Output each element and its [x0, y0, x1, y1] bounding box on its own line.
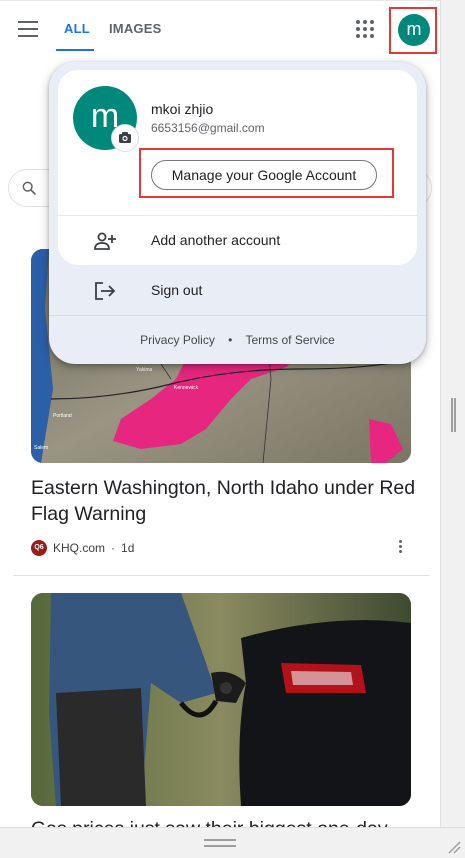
card-separator [58, 215, 417, 216]
account-avatar-button[interactable]: m [398, 14, 430, 46]
resize-corner-icon[interactable] [447, 840, 461, 854]
add-person-icon [94, 232, 116, 250]
terms-of-service-link[interactable]: Terms of Service [246, 333, 335, 347]
article-source: Q6 KHQ.com · 1d [31, 540, 134, 556]
policy-links: Privacy Policy • Terms of Service [49, 333, 426, 347]
resize-grip-icon[interactable] [204, 839, 236, 847]
account-email: 6653156@gmail.com [151, 121, 265, 135]
sign-out-icon [95, 282, 116, 300]
apps-icon[interactable] [356, 20, 374, 38]
scrollbar-grip[interactable] [451, 398, 456, 432]
manage-account-button[interactable]: Manage your Google Account [151, 160, 377, 190]
bottom-resize-bar[interactable] [0, 827, 465, 858]
search-icon [22, 181, 36, 195]
sign-out-item[interactable]: Sign out [49, 271, 426, 311]
account-name: mkoi zhjio [151, 101, 214, 117]
manage-account-highlight: Manage your Google Account [139, 148, 394, 198]
vertical-scrollbar[interactable] [440, 0, 465, 858]
map-label-portland: Portland [53, 413, 72, 419]
map-label-kennewick: Kennewick [174, 385, 199, 391]
add-account-label: Add another account [151, 232, 281, 248]
privacy-policy-link[interactable]: Privacy Policy [140, 333, 215, 347]
article-divider [13, 575, 429, 576]
change-photo-button[interactable] [112, 125, 138, 151]
active-tab-indicator [56, 49, 94, 51]
account-menu-popup: m mkoi zhjio 6653156@gmail.com Manage yo… [49, 62, 426, 364]
map-label-yakima: Yakima [136, 367, 153, 373]
map-label-salem: Salem [34, 445, 48, 451]
account-avatar-highlight: m [389, 7, 437, 54]
article-headline[interactable]: Eastern Washington, North Idaho under Re… [31, 475, 421, 527]
source-logo: Q6 [31, 540, 47, 556]
gas-pump-photo [31, 593, 411, 806]
link-separator: • [228, 333, 233, 347]
camera-icon [119, 132, 131, 143]
popup-separator [49, 315, 426, 316]
source-name: KHQ.com [53, 541, 106, 555]
article-age: 1d [121, 541, 135, 555]
sign-out-label: Sign out [151, 282, 203, 298]
source-separator: · [111, 541, 116, 555]
tab-images[interactable]: IMAGES [109, 21, 161, 36]
tab-all[interactable]: ALL [64, 21, 90, 36]
more-vert-icon[interactable] [399, 540, 403, 554]
menu-icon[interactable] [18, 21, 38, 37]
article-image-gas-pump[interactable] [31, 593, 411, 806]
add-account-item[interactable]: Add another account [49, 221, 426, 261]
